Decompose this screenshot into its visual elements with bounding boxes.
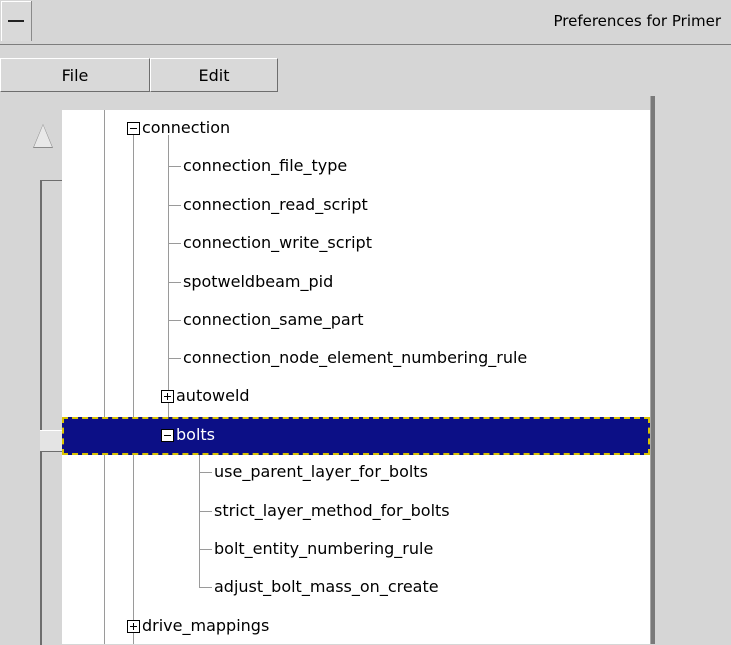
title-bar: Preferences for Primer bbox=[0, 0, 731, 45]
tree-line bbox=[168, 282, 181, 283]
expand-icon[interactable] bbox=[127, 620, 140, 633]
tree-node-label: connection_read_script bbox=[183, 195, 368, 214]
tree-node[interactable]: bolt_entity_numbering_rule bbox=[214, 530, 433, 568]
tree-node-label: bolts bbox=[176, 425, 215, 444]
collapse-icon[interactable] bbox=[161, 429, 174, 442]
tree-border bbox=[650, 96, 655, 644]
tree-node-drive-mappings[interactable]: drive_mappings bbox=[142, 607, 269, 645]
tree-node[interactable]: connection_file_type bbox=[183, 147, 347, 185]
tree-line bbox=[168, 320, 181, 321]
tree-line bbox=[168, 358, 181, 359]
tree-node-label: drive_mappings bbox=[142, 616, 270, 635]
tree-node-autoweld[interactable]: autoweld bbox=[176, 377, 250, 415]
tree-node-connection[interactable]: connection bbox=[142, 109, 230, 147]
tree-line bbox=[199, 549, 212, 550]
tree-line bbox=[133, 135, 134, 644]
tree-line bbox=[199, 472, 212, 473]
tree-node[interactable]: adjust_bolt_mass_on_create bbox=[214, 568, 439, 606]
window-title: Preferences for Primer bbox=[553, 12, 721, 30]
tree-node[interactable]: strict_layer_method_for_bolts bbox=[214, 492, 450, 530]
tree-line bbox=[168, 243, 181, 244]
tree-node[interactable]: use_parent_layer_for_bolts bbox=[214, 453, 428, 491]
dash-icon bbox=[8, 20, 24, 22]
tree-node-label: connection_node_element_numbering_rule bbox=[183, 348, 528, 367]
tree-line bbox=[104, 110, 105, 644]
system-menu-button[interactable] bbox=[1, 1, 32, 41]
tree-line bbox=[199, 587, 212, 588]
tree-line bbox=[168, 166, 181, 167]
tree-node-label: strict_layer_method_for_bolts bbox=[214, 501, 450, 520]
scrollbar-thumb[interactable] bbox=[40, 430, 62, 452]
tree-node-label: use_parent_layer_for_bolts bbox=[214, 462, 428, 481]
edit-menu-button[interactable]: Edit bbox=[150, 58, 278, 92]
tree-node[interactable]: connection_write_script bbox=[183, 224, 372, 262]
selected-row-highlight bbox=[62, 417, 650, 455]
tree-line bbox=[168, 205, 181, 206]
tree-node-label: bolt_entity_numbering_rule bbox=[214, 539, 434, 558]
vertical-scrollbar[interactable] bbox=[40, 180, 64, 645]
tree-node-label: connection_file_type bbox=[183, 156, 348, 175]
expand-icon[interactable] bbox=[161, 390, 174, 403]
tree-node[interactable]: spotweldbeam_pid bbox=[183, 263, 333, 301]
collapse-icon[interactable] bbox=[127, 122, 140, 135]
tree-node-label: connection bbox=[142, 118, 231, 137]
scroll-up-arrow-icon[interactable] bbox=[34, 125, 52, 147]
tree-line bbox=[199, 446, 200, 588]
tree-node-label: connection_write_script bbox=[183, 233, 372, 252]
tree-node-label: autoweld bbox=[176, 386, 250, 405]
tree-line bbox=[199, 511, 212, 512]
tree-node-label: connection_same_part bbox=[183, 310, 364, 329]
file-menu-button[interactable]: File bbox=[0, 58, 150, 92]
tree-node-label: adjust_bolt_mass_on_create bbox=[214, 577, 439, 596]
tree-node[interactable]: connection_read_script bbox=[183, 186, 368, 224]
tree-node-bolts[interactable]: bolts bbox=[176, 416, 215, 454]
tree-node-label: spotweldbeam_pid bbox=[183, 272, 334, 291]
tree-node[interactable]: connection_node_element_numbering_rule bbox=[183, 339, 527, 377]
tree-node[interactable]: connection_same_part bbox=[183, 301, 364, 339]
menu-bar: File Edit bbox=[0, 44, 731, 94]
